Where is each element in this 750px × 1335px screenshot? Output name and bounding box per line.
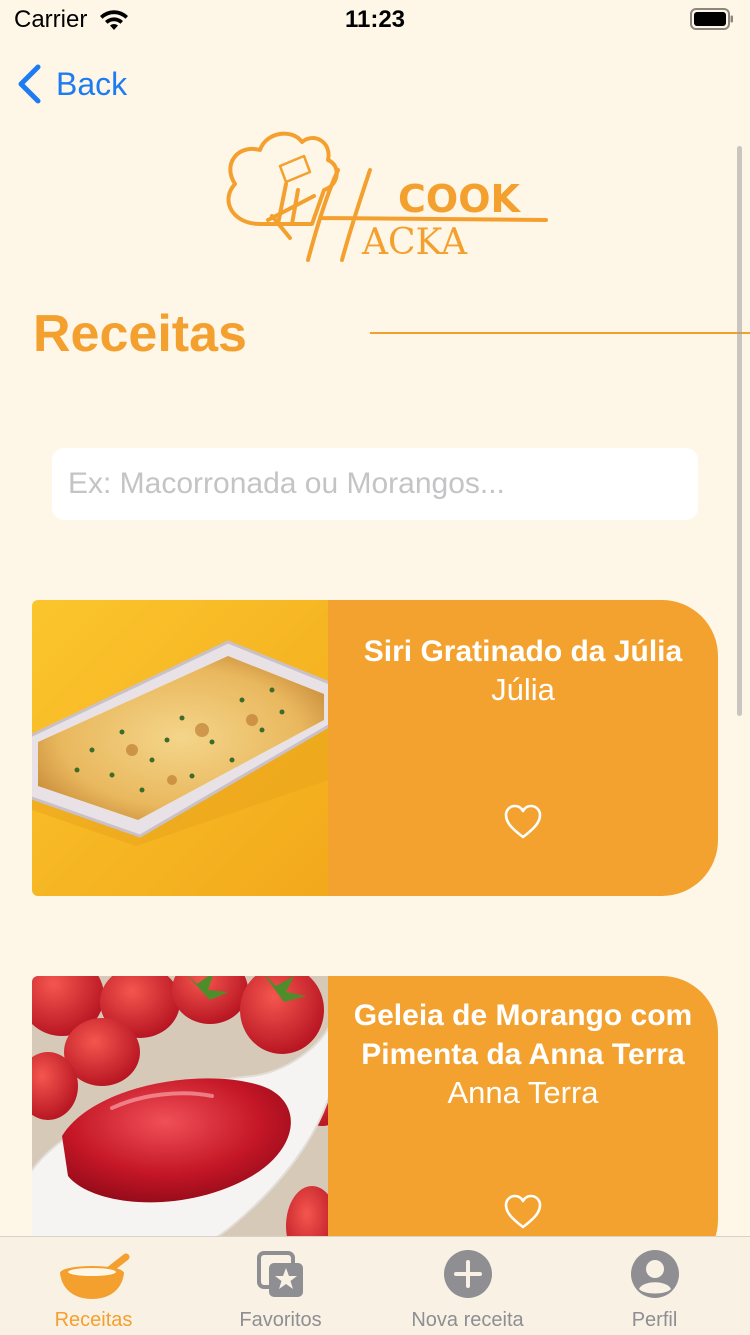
scroll-indicator[interactable] bbox=[737, 146, 742, 716]
tab-receitas[interactable]: Receitas bbox=[0, 1237, 187, 1335]
recipe-card[interactable]: Geleia de Morango com Pimenta da Anna Te… bbox=[32, 976, 718, 1276]
recipe-author: Anna Terra bbox=[447, 1075, 599, 1110]
search-box[interactable] bbox=[52, 448, 704, 520]
recipe-author: Júlia bbox=[491, 672, 555, 707]
battery-icon bbox=[690, 8, 733, 30]
back-label: Back bbox=[56, 65, 128, 102]
tab-bar: Receitas Favoritos Nova receita Perfil bbox=[0, 1236, 750, 1335]
chevron-left-icon bbox=[18, 64, 41, 104]
recipe-image-geleia-morango bbox=[32, 976, 328, 1276]
recipe-info-panel: Geleia de Morango com Pimenta da Anna Te… bbox=[328, 976, 718, 1276]
recipe-title: Siri Gratinado da Júlia bbox=[363, 635, 683, 668]
tab-label: Favoritos bbox=[239, 1309, 322, 1331]
plus-circle-icon bbox=[443, 1250, 492, 1298]
status-bar: Carrier 11:23 bbox=[0, 0, 750, 40]
recipe-info-panel: Siri Gratinado da Júlia Júlia bbox=[328, 600, 718, 896]
svg-text:COOK: COOK bbox=[398, 177, 521, 221]
recipe-card[interactable]: Siri Gratinado da Júlia Júlia bbox=[32, 600, 718, 896]
clock: 11:23 bbox=[344, 6, 406, 33]
tab-label: Nova receita bbox=[411, 1309, 524, 1331]
tab-nova-receita[interactable]: Nova receita bbox=[374, 1237, 561, 1335]
hackacook-logo: COOK ACKA bbox=[226, 131, 548, 263]
tab-perfil[interactable]: Perfil bbox=[561, 1237, 748, 1335]
page-title: Receitas bbox=[33, 305, 247, 363]
heart-icon[interactable] bbox=[503, 804, 543, 840]
tab-favoritos[interactable]: Favoritos bbox=[187, 1237, 374, 1335]
recipe-image-siri-gratinado bbox=[32, 600, 328, 896]
bowl-icon bbox=[59, 1253, 129, 1299]
back-button[interactable]: Back bbox=[16, 62, 127, 106]
search-input[interactable] bbox=[52, 448, 704, 520]
person-circle-icon bbox=[630, 1250, 679, 1298]
tab-label: Perfil bbox=[631, 1309, 678, 1331]
heart-icon[interactable] bbox=[503, 1194, 543, 1230]
favorites-icon bbox=[256, 1251, 303, 1297]
title-divider bbox=[370, 332, 750, 334]
svg-text:ACKA: ACKA bbox=[361, 222, 468, 263]
tab-label: Receitas bbox=[54, 1309, 133, 1331]
recipe-title: Geleia de Morango com Pimenta da Anna Te… bbox=[353, 999, 693, 1071]
